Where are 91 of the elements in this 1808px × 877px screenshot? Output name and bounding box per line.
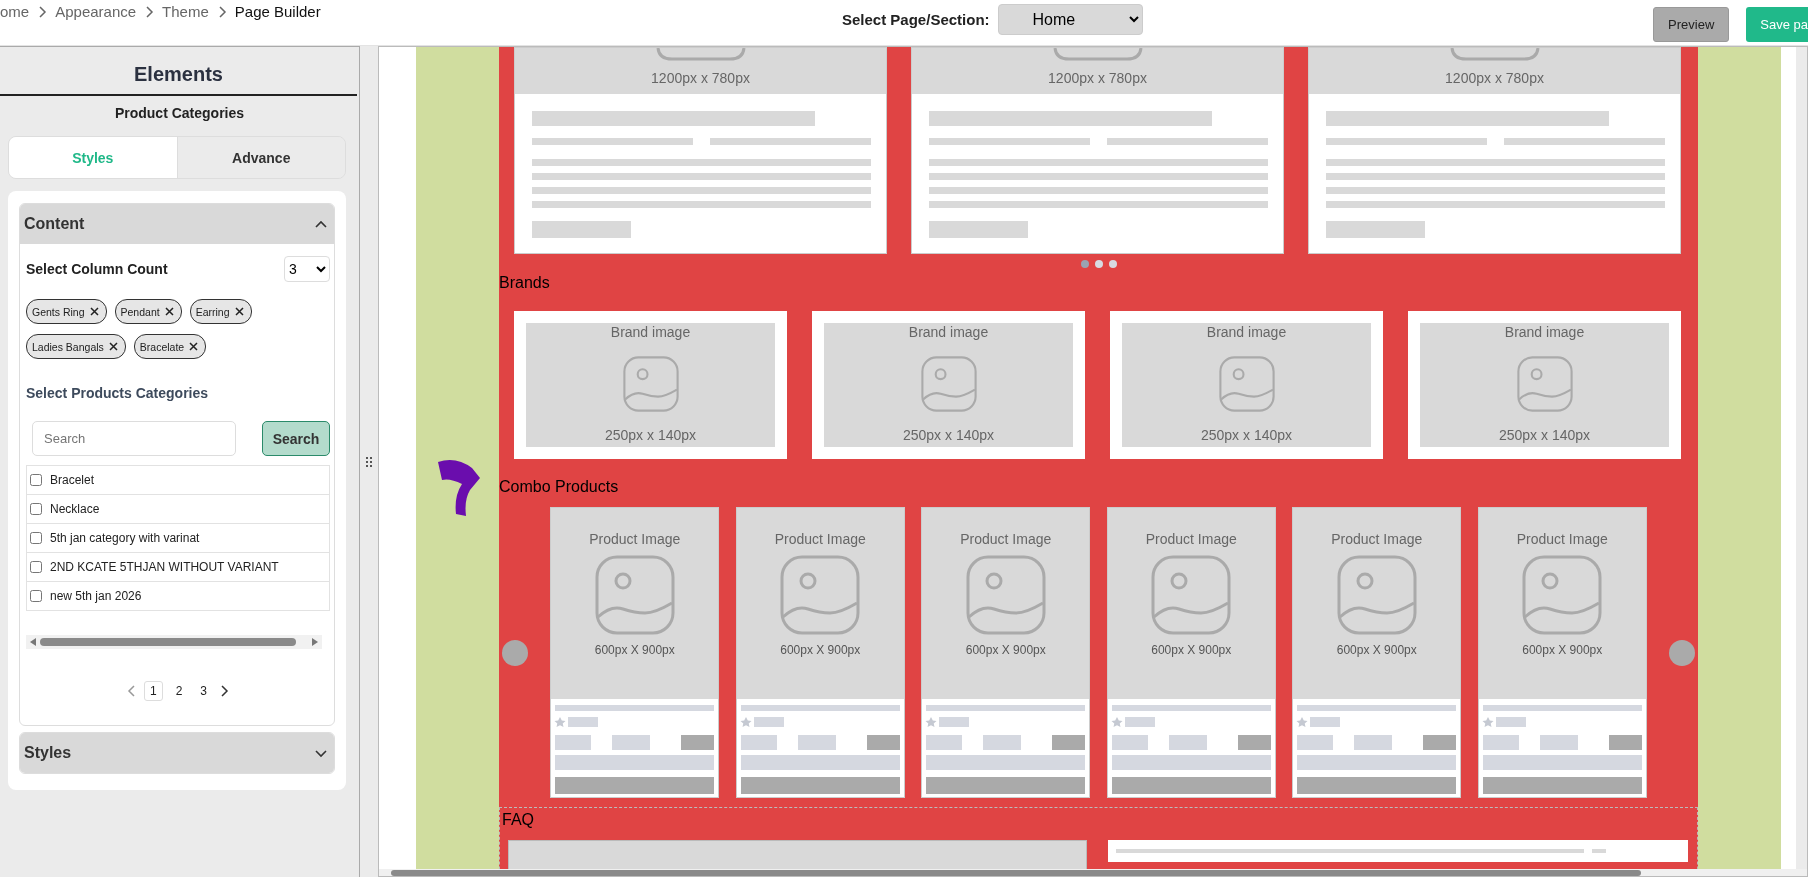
image-size-label: 600px X 900px (1151, 643, 1232, 657)
image-icon (622, 355, 679, 412)
image-icon (1522, 555, 1603, 635)
page-button[interactable]: 2 (170, 682, 188, 700)
accordion-header[interactable]: Content (20, 204, 334, 244)
drag-handle-icon[interactable] (366, 456, 372, 467)
image-label: Product Image (960, 531, 1052, 547)
carousel-dot[interactable] (1080, 259, 1089, 268)
image-label: Brand image (610, 324, 691, 340)
search-button[interactable]: Search (262, 421, 330, 456)
tag-label: Ladies Bangals (32, 340, 104, 353)
image-icon (655, 48, 746, 61)
horizontal-scrollbar[interactable] (379, 869, 1807, 876)
image-size-label: 600px X 900px (1522, 643, 1603, 657)
checkbox[interactable] (30, 532, 42, 544)
tag-label: Bracelate (139, 340, 185, 353)
panel-title: Elements (0, 47, 357, 96)
image-label: Product Image (589, 531, 681, 547)
image-size-label: 600px X 900px (965, 643, 1046, 657)
chevron-right-icon (144, 5, 155, 18)
chevron-right-icon (37, 5, 48, 18)
image-label: Product Image (1331, 531, 1423, 547)
image-size-label: 1200px x 780px (651, 70, 750, 86)
checkbox[interactable] (30, 590, 42, 602)
checkbox[interactable] (30, 474, 42, 486)
section-title: Brands (499, 273, 551, 293)
close-icon[interactable] (89, 307, 99, 316)
breadcrumb-link[interactable]: Theme (162, 3, 209, 20)
image-label: Brand image (1206, 324, 1287, 340)
section-title: Combo Products (499, 477, 620, 497)
image-icon (1516, 355, 1573, 412)
carousel-dot[interactable] (1108, 259, 1117, 268)
close-icon[interactable] (234, 307, 244, 316)
image-size-label: 600px X 900px (594, 643, 675, 657)
image-size-label: 1200px x 780px (1445, 70, 1544, 86)
image-label: Brand image (1504, 324, 1585, 340)
tag-label: Gents Ring (32, 305, 85, 318)
image-size-label: 250px x 140px (1498, 427, 1591, 443)
image-size-label: 250px x 140px (902, 427, 995, 443)
chevron-right-icon[interactable] (220, 685, 230, 697)
close-icon[interactable] (189, 342, 199, 351)
image-size-label: 600px X 900px (1336, 643, 1417, 657)
page-button[interactable]: 3 (195, 682, 213, 700)
image-label: Product Image (1516, 531, 1608, 547)
image-icon (920, 355, 977, 412)
category-label: Bracelet (50, 473, 95, 487)
category-label: new 5th jan 2026 (50, 589, 142, 603)
image-size-label: 600px X 900px (780, 643, 861, 657)
vertical-scrollbar[interactable] (1796, 47, 1807, 869)
breadcrumb-link[interactable]: ome (0, 3, 30, 20)
accordion-title: Content (24, 215, 85, 233)
image-size-label: 250px x 140px (1200, 427, 1293, 443)
accordion-header[interactable]: Styles (20, 733, 334, 773)
image-label: Product Image (1145, 531, 1237, 547)
image-icon (1218, 355, 1275, 412)
search-field[interactable]: Search (32, 421, 236, 456)
chevron-right-icon (216, 5, 227, 18)
section-title: FAQ (501, 810, 535, 830)
page-select[interactable]: Home (997, 4, 1143, 35)
preview-button[interactable]: Preview (1653, 7, 1730, 42)
image-icon (1449, 48, 1540, 61)
category-label: 5th jan category with varinat (50, 531, 200, 545)
close-icon[interactable] (164, 307, 174, 316)
image-icon (594, 555, 675, 635)
carousel-dot[interactable] (1094, 259, 1103, 268)
horizontal-scrollbar[interactable] (26, 635, 322, 649)
panel-subtitle: Product Categories (113, 104, 246, 123)
accordion-title: Styles (24, 744, 72, 762)
image-label: Product Image (774, 531, 866, 547)
column-count-label: Select Column Count (26, 261, 168, 277)
image-label: Brand image (908, 324, 989, 340)
chevron-left-icon[interactable] (126, 685, 136, 697)
image-icon (1151, 555, 1232, 635)
category-label: Necklace (50, 502, 100, 516)
image-icon (1052, 48, 1143, 61)
checkbox[interactable] (30, 561, 42, 573)
tag-label: Pendant (120, 305, 160, 318)
column-count-select[interactable]: 3 (284, 256, 330, 282)
image-size-label: 1200px x 780px (1048, 70, 1147, 86)
checkbox[interactable] (30, 503, 42, 515)
image-icon (1336, 555, 1417, 635)
category-label: 2ND KCATE 5THJAN WITHOUT VARIANT (50, 560, 279, 574)
image-icon (965, 555, 1046, 635)
page-select-label: Select Page/Section: (842, 11, 990, 28)
breadcrumb-link[interactable]: Appearance (55, 3, 137, 20)
image-size-label: 250px x 140px (604, 427, 697, 443)
image-icon (780, 555, 861, 635)
categories-label: Select Products Categories (26, 385, 210, 401)
tag-label: Earring (195, 305, 230, 318)
close-icon[interactable] (108, 342, 118, 351)
page-button[interactable]: 1 (143, 681, 163, 701)
